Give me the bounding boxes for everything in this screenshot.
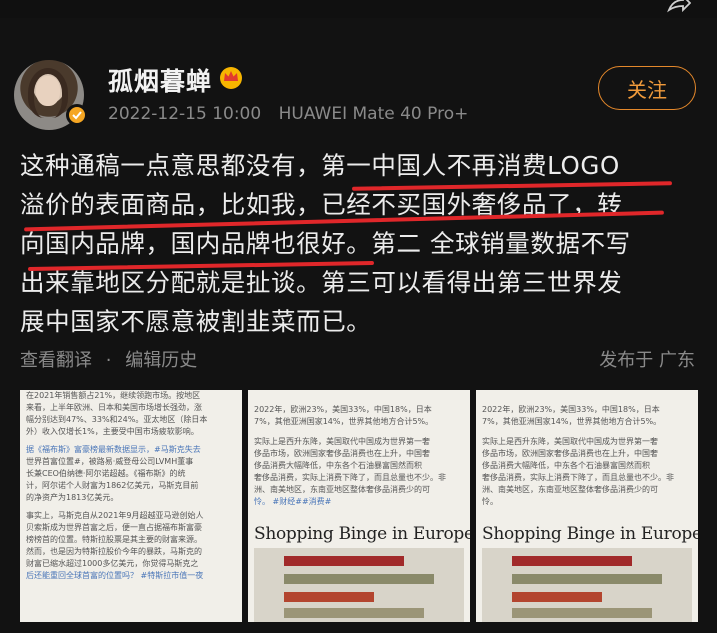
table-bar bbox=[284, 574, 434, 584]
edit-history-link[interactable]: 编辑历史 bbox=[125, 350, 197, 371]
thumb-line: 然而，也是因为特斯拉股价今年的暴跌，马斯克的 bbox=[26, 547, 202, 556]
image-thumbnail-3[interactable]: 2022年，欧洲23%，美国33%，中国18%，日本 7%，其他亚洲国家14%，… bbox=[476, 390, 698, 622]
thumb-line: 7%，其他亚洲国家14%，世界其他地方合计5%。 bbox=[254, 417, 434, 426]
share-icon[interactable] bbox=[665, 0, 691, 16]
table-bar bbox=[284, 556, 404, 566]
thumb-line: 来看，上半年欧洲、日本和美国市场增长强劲，涨 bbox=[26, 403, 202, 412]
thumb-line: 实际上是西升东降，美国取代中国成为世界第一奢 bbox=[482, 437, 658, 446]
image-grid: 在2021年销售额占21%，继续领跑市场。按地区 来看，上半年欧洲、日本和美国市… bbox=[20, 390, 698, 622]
username[interactable]: 孤烟暮蝉 bbox=[108, 62, 212, 98]
thumb-line: 幅分别达到47%、33%和24%。亚太地区（除日本 bbox=[26, 415, 208, 424]
thumb-line bbox=[254, 428, 464, 436]
table-bar bbox=[512, 556, 632, 566]
table-bar bbox=[512, 608, 652, 618]
post-date: 2022-12-15 10:00 bbox=[108, 104, 262, 124]
thumb-line: 洲、南美地区，东南亚地区整体奢侈品消费少的可 bbox=[482, 485, 658, 494]
post-meta: 2022-12-15 10:00 HUAWEI Mate 40 Pro+ bbox=[108, 104, 480, 124]
post-location: 发布于 广东 bbox=[599, 350, 695, 371]
thumb-text: 在2021年销售额占21%，继续领跑市场。按地区 来看，上半年欧洲、日本和美国市… bbox=[26, 390, 236, 582]
thumb-line: 计，阿尔诺个人财富为1862亿美元，马斯克目前 bbox=[26, 481, 199, 490]
article-headline: Shopping Binge in Europe bbox=[254, 524, 470, 544]
thumb-line: 怜。 bbox=[482, 497, 498, 506]
thumb-line: 2022年，欧洲23%，美国33%，中国18%，日本 bbox=[482, 405, 660, 414]
table-bar bbox=[284, 592, 374, 602]
thumb-text: 2022年，欧洲23%，美国33%，中国18%，日本 7%，其他亚洲国家14%，… bbox=[482, 404, 692, 508]
thumb-line: 侈品消费大幅降低，中东各个石油暴富国然而积 bbox=[254, 461, 422, 470]
thumb-text: 2022年，欧洲23%，美国33%，中国18%，日本 7%，其他亚洲国家14%，… bbox=[254, 404, 464, 508]
thumb-line: 在2021年销售额占21%，继续领跑市场。按地区 bbox=[26, 391, 201, 400]
thumb-line: 事实上，马斯克自从2021年9月超越亚马逊创始人 bbox=[26, 511, 204, 520]
thumb-line bbox=[482, 428, 692, 436]
thumb-line: 后还能重回全球首富的位置吗？ #特斯拉市值一夜 bbox=[26, 571, 204, 580]
translate-link[interactable]: 查看翻译 bbox=[20, 350, 92, 371]
table-bar bbox=[512, 592, 602, 602]
article-table-image bbox=[254, 548, 464, 622]
avatar-face bbox=[36, 76, 60, 106]
verified-badge-icon bbox=[66, 104, 88, 126]
thumb-line: 7%，其他亚洲国家14%，世界其他地方合计5%。 bbox=[482, 417, 662, 426]
thumb-line: 的净资产为1813亿美元。 bbox=[26, 493, 119, 502]
post-line: 向国内品牌，国内品牌也很好。第二 全球销量数据不写 bbox=[20, 229, 631, 258]
post-text: 这种通稿一点意思都没有，第一中国人不再消费LOGO 溢价的表面商品，比如我，已经… bbox=[20, 146, 700, 341]
article-table-image bbox=[482, 548, 692, 622]
article-headline: Shopping Binge in Europe bbox=[482, 524, 698, 544]
thumb-line: 实际上是西升东降，美国取代中国成为世界第一奢 bbox=[254, 437, 430, 446]
image-thumbnail-2[interactable]: 2022年，欧洲23%，美国33%，中国18%，日本 7%，其他亚洲国家14%，… bbox=[248, 390, 470, 622]
table-bar bbox=[512, 574, 662, 584]
thumb-line: 侈品市场，欧洲国家奢侈品消费也在上升，中国奢 bbox=[482, 449, 658, 458]
crown-icon bbox=[220, 67, 242, 89]
table-bar bbox=[284, 608, 424, 618]
thumb-line: 财富已缩水超过1000多亿美元，你觉得马斯克之 bbox=[26, 559, 199, 568]
thumb-line: 洲、南美地区，东南亚地区整体奢侈品消费少的可 bbox=[254, 485, 430, 494]
image-thumbnail-1[interactable]: 在2021年销售额占21%，继续领跑市场。按地区 来看，上半年欧洲、日本和美国市… bbox=[20, 390, 242, 622]
post-actions: 查看翻译 · 编辑历史 bbox=[20, 346, 197, 372]
post-device: HUAWEI Mate 40 Pro+ bbox=[278, 104, 469, 124]
thumb-line: 怜。 #财经##消费# bbox=[254, 497, 332, 506]
separator: · bbox=[105, 350, 112, 371]
post-line: 展中国家不愿意被割韭菜而已。 bbox=[20, 307, 372, 336]
thumb-line: 据《福布斯》富豪榜最新数据显示，#马斯克失去 bbox=[26, 445, 201, 454]
thumb-line: 长兼CEO伯纳德·阿尔诺超越。《福布斯》的统 bbox=[26, 469, 186, 478]
thumb-line: 2022年，欧洲23%，美国33%，中国18%，日本 bbox=[254, 405, 432, 414]
thumb-line: 外）收入仅增长1%，主要受中国市场疲软影响。 bbox=[26, 427, 199, 436]
thumb-line: 贝索斯成为世界首富之后，便一直占据福布斯富豪 bbox=[26, 523, 202, 532]
thumb-line: 奢侈品消费，实际上消费下降了，而且总量也不少。非 bbox=[254, 473, 446, 482]
thumb-line: 侈品市场，欧洲国家奢侈品消费也在上升，中国奢 bbox=[254, 449, 430, 458]
thumb-line: 榜榜首的位置。特斯拉股票是其主要的财富来源。 bbox=[26, 535, 202, 544]
follow-button[interactable]: 关注 bbox=[598, 66, 696, 110]
thumb-line: 世界首富位置#，被路易·威登母公司LVMH董事 bbox=[26, 457, 194, 466]
thumb-line: 侈品消费大幅降低，中东各个石油暴富国然而积 bbox=[482, 461, 650, 470]
thumb-line: 奢侈品消费，实际上消费下降了，而且总量也不少。非 bbox=[482, 473, 674, 482]
post-line: 这种通稿一点意思都没有，第一中国人不再消费LOGO bbox=[20, 151, 620, 180]
top-strip bbox=[0, 0, 717, 18]
